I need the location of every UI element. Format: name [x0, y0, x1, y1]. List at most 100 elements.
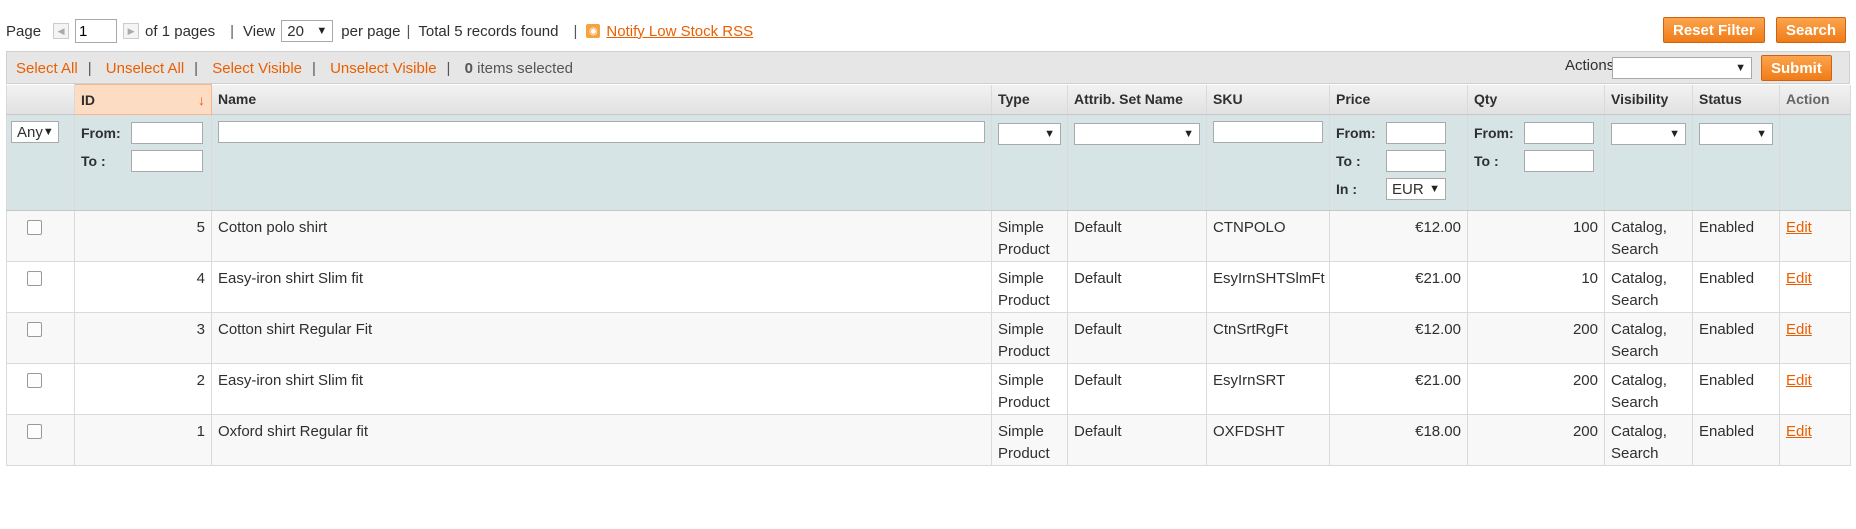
cell-price: €12.00: [1329, 210, 1468, 262]
of-pages-text: of 1 pages: [145, 22, 216, 40]
header-name[interactable]: Name: [211, 84, 992, 115]
visibility-filter-select[interactable]: ▼: [1611, 123, 1686, 145]
selected-count: 0: [464, 60, 473, 77]
cell-action: Edit: [1779, 363, 1851, 415]
chevron-down-icon: ▼: [316, 25, 328, 37]
cell-name: Cotton shirt Regular Fit: [211, 312, 992, 364]
cell-sku: OXFDSHT: [1206, 414, 1330, 466]
price-from-input[interactable]: [1386, 122, 1446, 144]
header-price[interactable]: Price: [1329, 84, 1468, 115]
per-page-select[interactable]: 20 ▼: [281, 20, 334, 42]
table-row[interactable]: 3 Cotton shirt Regular Fit Simple Product…: [6, 312, 1851, 364]
header-attrib-set[interactable]: Attrib. Set Name: [1067, 84, 1207, 115]
qty-to-input[interactable]: [1524, 150, 1594, 172]
cell-action: Edit: [1779, 414, 1851, 466]
cell-visibility-line1: Catalog,: [1611, 423, 1667, 440]
grid-headings: ID ↓ Name Type Attrib. Set Name SKU Pric…: [6, 84, 1851, 115]
cell-name: Cotton polo shirt: [211, 210, 992, 262]
actions-select[interactable]: ▼: [1612, 57, 1752, 79]
arrow-right-icon[interactable]: ▶: [123, 23, 140, 39]
chevron-down-icon: ▼: [42, 126, 54, 138]
chevron-down-icon: ▼: [1735, 62, 1746, 74]
header-id-label: ID: [81, 91, 95, 108]
page-number-input[interactable]: [75, 19, 118, 43]
divider: |: [230, 22, 235, 40]
status-filter-select[interactable]: ▼: [1699, 123, 1773, 145]
products-grid: ID ↓ Name Type Attrib. Set Name SKU Pric…: [6, 84, 1851, 466]
name-filter-input[interactable]: [218, 121, 985, 143]
table-row[interactable]: 1 Oxford shirt Regular fit Simple Product…: [6, 414, 1851, 466]
cell-qty: 200: [1467, 414, 1605, 466]
header-type[interactable]: Type: [991, 84, 1068, 115]
edit-link[interactable]: Edit: [1786, 219, 1812, 236]
arrow-left-icon[interactable]: ◀: [53, 23, 70, 39]
massaction-filter-select[interactable]: Any ▼: [11, 121, 59, 143]
edit-link[interactable]: Edit: [1786, 423, 1812, 440]
cell-status: Enabled: [1692, 261, 1780, 313]
id-to-input[interactable]: [131, 150, 203, 172]
row-checkbox[interactable]: [27, 220, 42, 235]
cell-visibility-line2: Search: [1611, 343, 1659, 360]
table-row[interactable]: 4 Easy-iron shirt Slim fit Simple Product…: [6, 261, 1851, 313]
row-checkbox[interactable]: [27, 322, 42, 337]
edit-link[interactable]: Edit: [1786, 270, 1812, 287]
cell-type-line2: Product: [998, 394, 1050, 411]
cell-visibility-line2: Search: [1611, 292, 1659, 309]
header-qty[interactable]: Qty: [1467, 84, 1605, 115]
row-checkbox[interactable]: [27, 424, 42, 439]
unselect-visible-link[interactable]: Unselect Visible: [330, 60, 436, 77]
header-id[interactable]: ID ↓: [74, 84, 212, 115]
notify-low-stock-rss-link[interactable]: Notify Low Stock RSS: [606, 23, 753, 40]
cell-type-line1: Simple: [998, 270, 1044, 287]
divider: |: [573, 22, 578, 40]
cell-status: Enabled: [1692, 363, 1780, 415]
edit-link[interactable]: Edit: [1786, 372, 1812, 389]
cell-visibility-line1: Catalog,: [1611, 219, 1667, 236]
unselect-all-link[interactable]: Unselect All: [106, 60, 184, 77]
cell-attrib-set: Default: [1067, 414, 1207, 466]
sku-filter-input[interactable]: [1213, 121, 1323, 143]
row-checkbox[interactable]: [27, 373, 42, 388]
header-sku[interactable]: SKU: [1206, 84, 1330, 115]
select-all-link[interactable]: Select All: [16, 60, 78, 77]
attrib-set-filter-select[interactable]: ▼: [1074, 123, 1200, 145]
id-from-input[interactable]: [131, 122, 203, 144]
table-row[interactable]: 5 Cotton polo shirt Simple Product Defaul…: [6, 210, 1851, 262]
header-status[interactable]: Status: [1692, 84, 1780, 115]
cell-type-line1: Simple: [998, 321, 1044, 338]
id-from-label: From:: [81, 125, 121, 141]
cell-visibility-line2: Search: [1611, 241, 1659, 258]
price-from-label: From:: [1336, 125, 1376, 141]
cell-price: €21.00: [1329, 363, 1468, 415]
select-visible-link[interactable]: Select Visible: [212, 60, 302, 77]
reset-filter-button[interactable]: Reset Filter: [1663, 17, 1765, 43]
qty-from-input[interactable]: [1524, 122, 1594, 144]
cell-id: 1: [74, 414, 212, 466]
edit-link[interactable]: Edit: [1786, 321, 1812, 338]
search-button[interactable]: Search: [1776, 17, 1847, 43]
table-row[interactable]: 2 Easy-iron shirt Slim fit Simple Product…: [6, 363, 1851, 415]
chevron-down-icon: ▼: [1429, 183, 1440, 195]
cell-price: €18.00: [1329, 414, 1468, 466]
divider: |: [406, 22, 411, 40]
chevron-down-icon: ▼: [1756, 128, 1767, 140]
per-page-label: per page: [341, 22, 401, 40]
submit-button[interactable]: Submit: [1761, 55, 1832, 81]
cell-status: Enabled: [1692, 312, 1780, 364]
cell-type: Simple Product: [991, 414, 1068, 466]
type-filter-select[interactable]: ▼: [998, 123, 1061, 145]
cell-type: Simple Product: [991, 210, 1068, 262]
cell-status: Enabled: [1692, 414, 1780, 466]
row-checkbox[interactable]: [27, 271, 42, 286]
pager: Page ◀ ▶ of 1 pages | View 20 ▼ per page…: [6, 16, 753, 46]
cell-qty: 200: [1467, 363, 1605, 415]
qty-from-label: From:: [1474, 125, 1514, 141]
cell-sku: CTNPOLO: [1206, 210, 1330, 262]
cell-visibility-line1: Catalog,: [1611, 321, 1667, 338]
header-visibility[interactable]: Visibility: [1604, 84, 1693, 115]
cell-action: Edit: [1779, 312, 1851, 364]
cell-type-line1: Simple: [998, 423, 1044, 440]
currency-select[interactable]: EUR ▼: [1386, 178, 1446, 200]
cell-id: 4: [74, 261, 212, 313]
price-to-input[interactable]: [1386, 150, 1446, 172]
